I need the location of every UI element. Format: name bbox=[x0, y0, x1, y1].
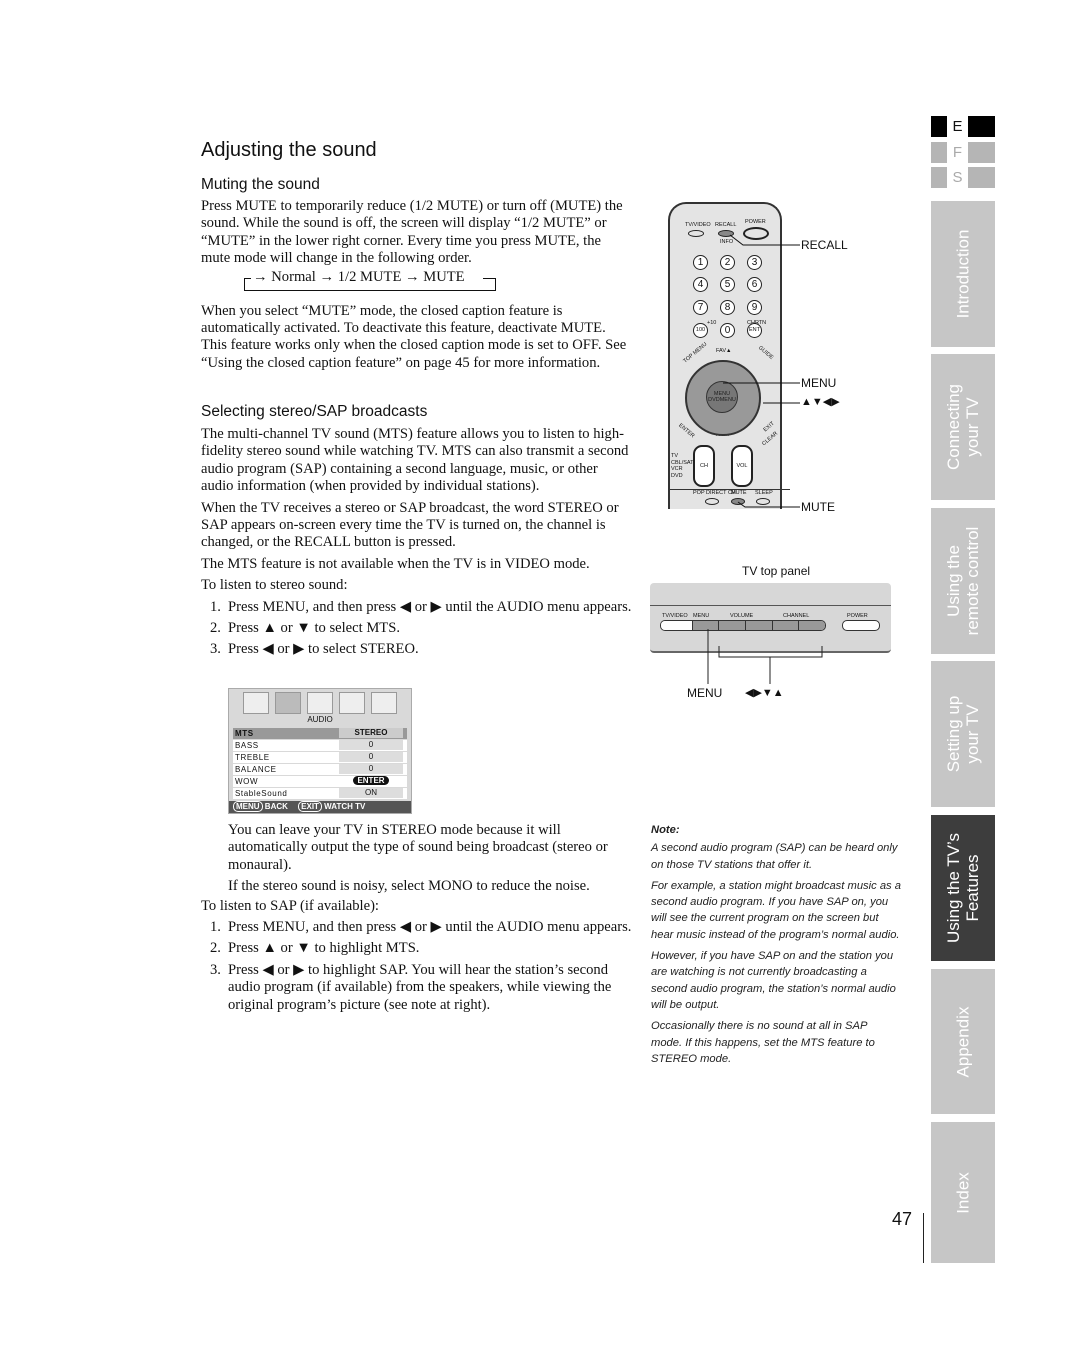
callout-recall: RECALL bbox=[801, 238, 848, 252]
menu-row-balance[interactable]: BALANCE 0 bbox=[233, 764, 407, 775]
clock-icon bbox=[339, 692, 365, 714]
picture-icon bbox=[243, 692, 269, 714]
note-paragraph: A second audio program (SAP) can be hear… bbox=[651, 842, 898, 871]
note-paragraph: However, if you have SAP on and the stat… bbox=[651, 950, 896, 1011]
stereo-after-1: You can leave your TV in STEREO mode bec… bbox=[228, 822, 608, 873]
tab-setting-up[interactable]: Setting up your TV bbox=[931, 661, 995, 807]
tab-connecting[interactable]: Connecting your TV bbox=[931, 354, 995, 500]
tab-features[interactable]: Using the TV’s Features bbox=[931, 815, 995, 961]
language-s[interactable]: S bbox=[931, 167, 995, 188]
sap-intro: To listen to SAP (if available): bbox=[201, 897, 379, 914]
sap-paragraph-3: The MTS feature is not available when th… bbox=[201, 555, 590, 572]
menu-row-treble[interactable]: TREBLE 0 bbox=[233, 752, 407, 763]
panel-callout-lines bbox=[707, 629, 823, 684]
page-number: 47 bbox=[892, 1209, 913, 1229]
page-number-divider bbox=[923, 1213, 924, 1263]
step: 1. Press MENU, and then press ◀ or ▶ unti… bbox=[210, 919, 632, 936]
note-box: Note: A second audio program (SAP) can b… bbox=[651, 822, 901, 1072]
note-paragraph: Occasionally there is no sound at all in… bbox=[651, 1020, 875, 1065]
step: 3. Press ◀ or ▶ to highlight SAP. You wil… bbox=[210, 961, 612, 1013]
mute-cycle-text: → Normal → 1/2 MUTE → MUTE bbox=[251, 268, 467, 287]
language-f[interactable]: F bbox=[931, 142, 995, 163]
mute-cycle-diagram: → Normal → 1/2 MUTE → MUTE bbox=[201, 268, 633, 303]
page-title: Adjusting the sound bbox=[201, 139, 377, 161]
step: 2. Press ▲ or ▼ to highlight MTS. bbox=[210, 940, 420, 957]
stereo-steps: 1. Press MENU, and then press ◀ or ▶ unti… bbox=[201, 599, 633, 659]
step: 3. Press ◀ or ▶ to select STEREO. bbox=[210, 641, 419, 658]
note-heading: Note: bbox=[651, 824, 680, 836]
language-e[interactable]: E bbox=[931, 116, 995, 137]
callout-arrows: ▲▼◀▶ bbox=[801, 396, 840, 408]
audio-menu-screenshot: AUDIO MTS STEREO BASS 0 TREBLE 0 BALANCE 0 W… bbox=[228, 688, 412, 814]
tv-top-panel-illustration: TV top panel TV/VIDEO MENU VOLUME CHANNE… bbox=[650, 562, 895, 702]
setup-icon bbox=[307, 692, 333, 714]
step: 1. Press MENU, and then press ◀ or ▶ unti… bbox=[210, 598, 632, 615]
tab-remote-control[interactable]: Using the remote control bbox=[931, 508, 995, 654]
note-paragraph: For example, a station might broadcast m… bbox=[651, 879, 901, 941]
muting-paragraph-1: Press MUTE to temporarily reduce (1/2 MU… bbox=[201, 198, 623, 267]
sap-paragraph-2: When the TV receives a stereo or SAP bro… bbox=[201, 499, 619, 551]
callout-mute: MUTE bbox=[801, 500, 835, 514]
tab-appendix[interactable]: Appendix bbox=[931, 969, 995, 1114]
manual-page: Adjusting the sound Muting the sound Pre… bbox=[0, 0, 1080, 1349]
callout-menu: MENU bbox=[801, 376, 837, 390]
sap-paragraph-1: The multi-channel TV sound (MTS) feature… bbox=[201, 426, 629, 495]
menu-row-wow[interactable]: WOW ENTER bbox=[233, 776, 407, 787]
menu-row-bass[interactable]: BASS 0 bbox=[233, 740, 407, 751]
audio-icon bbox=[275, 692, 301, 714]
menu-title: AUDIO bbox=[307, 715, 333, 724]
menu-icon-bar bbox=[243, 692, 397, 714]
tab-index[interactable]: Index bbox=[931, 1122, 995, 1263]
section-heading-muting: Muting the sound bbox=[201, 176, 320, 193]
menu-footer: MENU BACK EXIT WATCH TV bbox=[229, 801, 411, 813]
panel-callout-menu: MENU bbox=[687, 686, 723, 700]
menu-row-mts[interactable]: MTS STEREO bbox=[233, 728, 407, 739]
remote-control-illustration: TV/VIDEO RECALL POWER INFO 1 2 3 4 5 6 7 8 9 100 0… bbox=[663, 200, 863, 520]
step: 2. Press ▲ or ▼ to select MTS. bbox=[210, 620, 400, 637]
tab-introduction[interactable]: Introduction bbox=[931, 201, 995, 347]
sap-steps: 1. Press MENU, and then press ◀ or ▶ unti… bbox=[201, 919, 633, 1014]
muting-paragraph-2: When you select “MUTE” mode, the closed … bbox=[201, 302, 627, 371]
stereo-intro: To listen to stereo sound: bbox=[201, 577, 348, 594]
panel-callout-arrows: ◀▶▼▲ bbox=[745, 687, 784, 699]
section-heading-sap: Selecting stereo/SAP broadcasts bbox=[201, 403, 428, 420]
stereo-after-2: If the stereo sound is noisy, select MON… bbox=[228, 878, 590, 895]
wrench-icon bbox=[371, 692, 397, 714]
menu-row-stablesound[interactable]: StableSound ON bbox=[233, 788, 407, 799]
